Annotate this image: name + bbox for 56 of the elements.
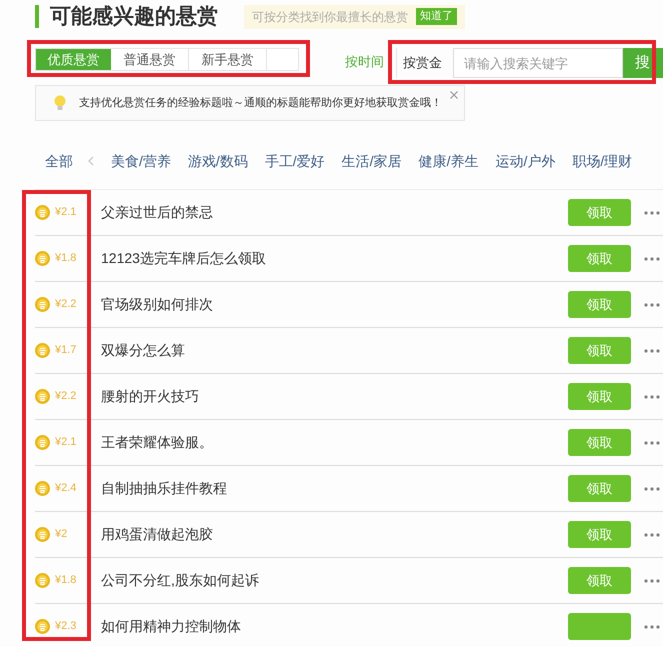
category-link[interactable]: 运动/户外 — [495, 150, 556, 172]
question-title[interactable]: 用鸡蛋清做起泡胶 — [101, 524, 213, 545]
more-icon[interactable] — [644, 210, 660, 214]
more-icon[interactable] — [644, 578, 660, 582]
search-field[interactable]: 请输入搜索关键字 — [453, 48, 623, 78]
hint-text: 可按分类找到你最擅长的悬赏 — [252, 8, 408, 26]
reward-amount: ¥2.3 — [55, 619, 78, 634]
reward-amount: ¥2.1 — [55, 435, 78, 450]
reward-amount: ¥1.7 — [55, 343, 78, 358]
more-icon[interactable] — [644, 302, 660, 306]
question-title[interactable]: 12123选完车牌后怎么领取 — [101, 248, 266, 269]
more-icon[interactable] — [644, 532, 660, 536]
reward-amount: ¥2.2 — [55, 297, 78, 312]
category-link[interactable]: 游戏/数码 — [188, 150, 248, 172]
more-icon[interactable] — [644, 624, 660, 628]
question-title[interactable]: 王者荣耀体验服。 — [101, 432, 213, 453]
coin-icon — [35, 389, 50, 404]
question-title[interactable]: 自制抽抽乐挂件教程 — [101, 478, 227, 499]
category-link[interactable]: 全部 — [45, 150, 73, 172]
more-icon[interactable] — [644, 256, 660, 260]
coin-icon — [35, 205, 50, 220]
reward-amount: ¥2.2 — [55, 389, 78, 404]
reward-amount: ¥2.4 — [55, 481, 78, 496]
question-title[interactable]: 如何用精神力控制物体 — [101, 616, 241, 637]
lightbulb-icon — [54, 95, 66, 111]
reward-amount: ¥2 — [55, 527, 68, 542]
reward-amount: ¥1.8 — [55, 573, 78, 588]
question-title[interactable]: 腰射的开火技巧 — [101, 386, 199, 407]
coin-icon — [35, 297, 50, 312]
question-title[interactable]: 官场级别如何排次 — [101, 294, 213, 315]
category-link[interactable]: 手工/爱好 — [264, 150, 325, 172]
coin-icon — [35, 619, 50, 634]
coin-icon — [35, 251, 50, 266]
tip-text: 支持优化悬赏任务的经验标题啦～通顺的标题能帮助你更好地获取赏金哦！ — [79, 96, 442, 111]
coin-icon — [35, 481, 50, 496]
page-title: 可能感兴趣的悬赏 — [50, 6, 218, 27]
coin-icon — [35, 573, 50, 588]
question-title[interactable]: 双爆分怎么算 — [101, 340, 185, 361]
category-link[interactable]: 健康/养生 — [418, 150, 478, 172]
coin-icon — [35, 527, 50, 542]
more-icon[interactable] — [644, 394, 660, 398]
question-title[interactable]: 公司不分红,股东如何起诉 — [101, 570, 259, 591]
category-link[interactable]: 职场/理财 — [572, 150, 632, 172]
coin-icon — [35, 435, 50, 450]
more-icon[interactable] — [644, 440, 660, 444]
close-icon[interactable] — [450, 91, 458, 99]
category-link[interactable]: 生活/家居 — [342, 150, 402, 172]
coin-icon — [35, 343, 50, 358]
more-icon[interactable] — [644, 348, 660, 352]
sort-by-reward-label[interactable]: 按赏金 — [403, 53, 442, 73]
question-title[interactable]: 父亲过世后的禁忌 — [101, 202, 213, 223]
more-icon[interactable] — [644, 486, 660, 490]
reward-amount: ¥1.8 — [55, 251, 78, 266]
title-accent-bar — [35, 5, 39, 28]
reward-amount: ¥2.1 — [55, 205, 78, 220]
category-link[interactable]: 美食/营养 — [111, 150, 171, 172]
